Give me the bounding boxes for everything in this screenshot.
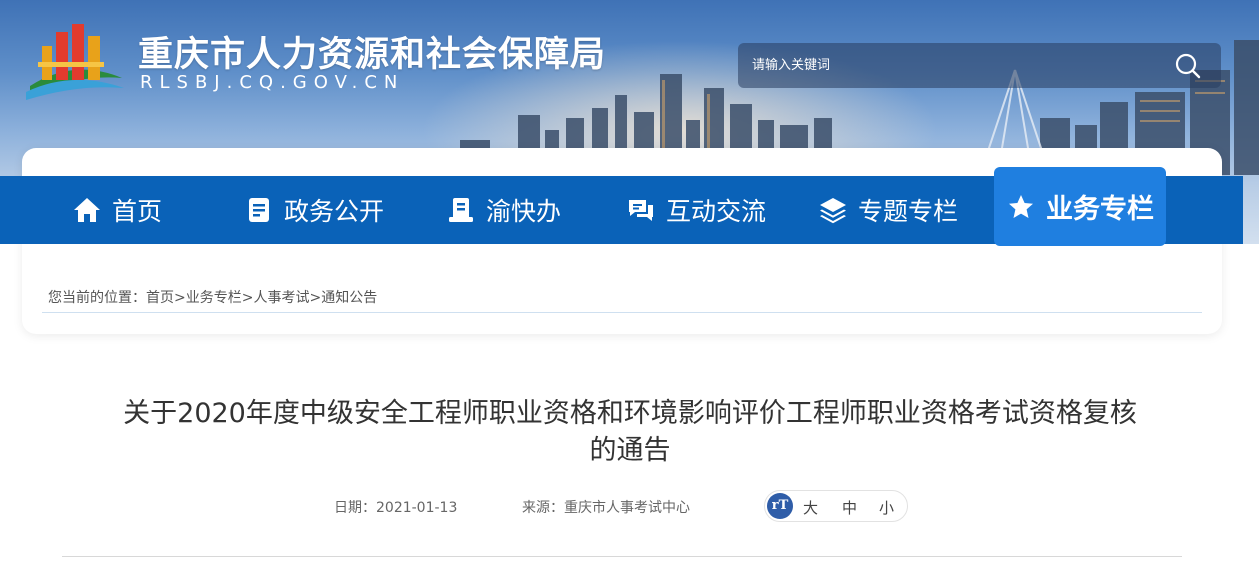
site-domain: RLSBJ.CQ.GOV.CN [140,72,405,93]
date-value: 2021-01-13 [376,500,458,516]
nav-item-special-topics[interactable]: 专题专栏 [818,176,958,244]
article-title-line-2: 的通告 [589,435,671,466]
nav-item-label: 渝快办 [486,197,562,226]
breadcrumb-link-exams[interactable]: 人事考试 [253,290,309,306]
article-divider [62,556,1182,557]
document-icon [249,198,269,222]
site-title[interactable]: 重庆市人力资源和社会保障局 [138,26,606,77]
breadcrumb-divider [42,312,1202,313]
nav-item-label: 专题专栏 [858,197,959,226]
nav-item-home[interactable]: 首页 [72,176,162,244]
layers-icon [820,198,846,224]
article-date: 日期：2021-01-13 [334,497,457,517]
breadcrumb-separator: > [174,290,186,306]
font-size-large-button[interactable]: 大 [803,497,818,518]
nav-item-label: 首页 [112,197,163,226]
nav-item-label: 互动交流 [666,197,767,226]
font-size-small-button[interactable]: 小 [879,497,894,518]
search-input[interactable] [738,43,1168,88]
search-box [738,43,1221,88]
source-label: 来源： [522,500,564,516]
nav-item-label: 政务公开 [284,197,385,226]
font-size-icon: rT [767,493,793,519]
breadcrumb-link-notices[interactable]: 通知公告 [321,290,377,306]
font-size-medium-button[interactable]: 中 [842,497,857,518]
breadcrumb-separator: > [309,290,322,306]
article-source: 来源：重庆市人事考试中心 [522,497,690,517]
star-icon [1009,194,1033,218]
font-size-control: rT 大 中 小 [764,490,908,522]
breadcrumb-link-business[interactable]: 业务专栏 [186,290,242,306]
nav-item-yukuaiban[interactable]: 渝快办 [446,176,561,244]
nav-item-business-column[interactable]: 业务专栏 [994,167,1166,246]
chat-icon [629,200,653,221]
breadcrumb-link-home[interactable]: 首页 [146,290,174,306]
article-title-line-1: 关于2020年度中级安全工程师职业资格和环境影响评价工程师职业资格考试资格复核 [123,398,1137,429]
source-value: 重庆市人事考试中心 [564,500,690,516]
nav-item-government-affairs[interactable]: 政务公开 [244,176,384,244]
nav-item-label: 业务专栏 [1046,194,1154,225]
book-icon [449,198,473,222]
nav-item-interaction[interactable]: 互动交流 [626,176,766,244]
search-icon[interactable] [1174,52,1202,80]
date-label: 日期： [334,500,376,516]
breadcrumb-separator: > [241,290,254,306]
breadcrumb-prefix: 您当前的位置： [48,290,146,306]
home-icon [74,198,100,222]
breadcrumb: 您当前的位置：首页>业务专栏>人事考试>通知公告 [48,287,377,307]
site-logo [26,24,124,100]
article-title: 关于2020年度中级安全工程师职业资格和环境影响评价工程师职业资格考试资格复核 … [60,395,1200,469]
